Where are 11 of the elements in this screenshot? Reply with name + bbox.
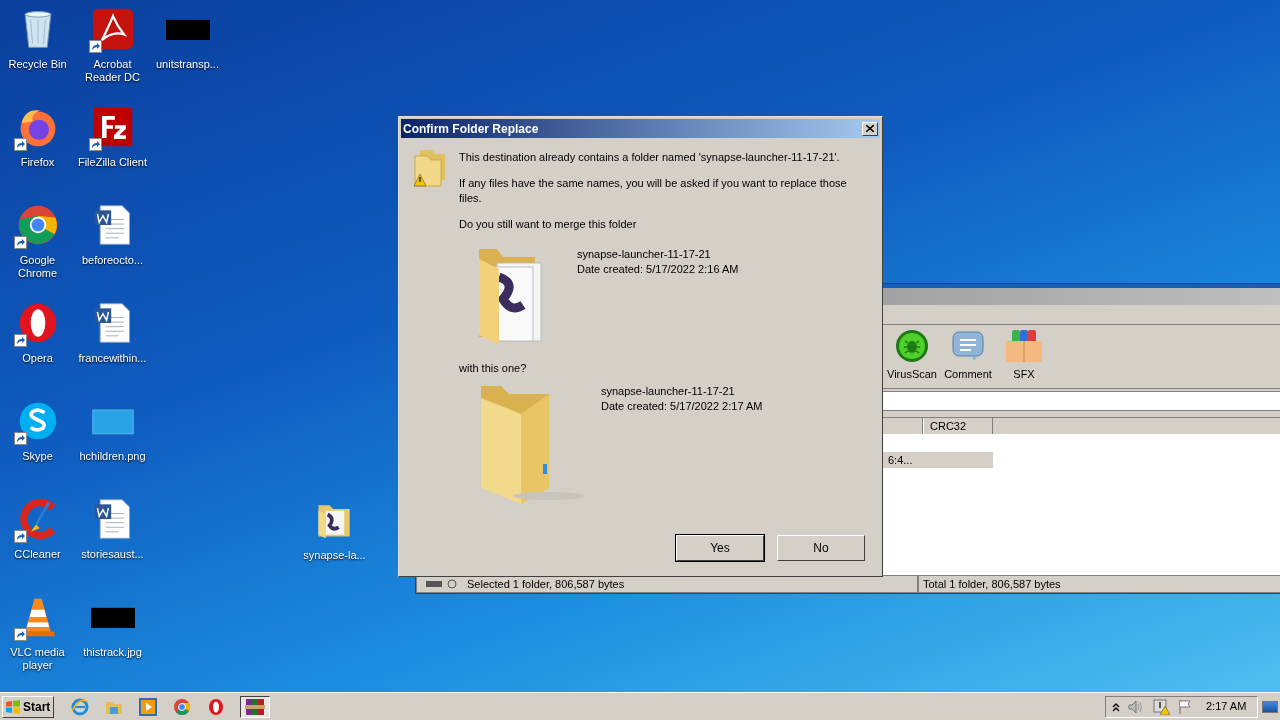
- dialog-message: If any files have the same names, you will be asked if you want to replace those files.: [459, 176, 848, 206]
- comparison-label: with this one?: [459, 361, 528, 376]
- folder-date: Date created: 5/17/2022 2:17 AM: [601, 399, 763, 414]
- status-text: Selected 1 folder, 806,587 bytes: [467, 576, 625, 592]
- folder-name: synapse-launcher-11-17-21: [577, 247, 712, 262]
- folder-name: synapse-launcher-11-17-21: [601, 384, 736, 399]
- window-title: Confirm Folder Replace: [403, 120, 539, 138]
- status-text: Total 1 folder, 806,587 bytes: [918, 575, 1280, 593]
- dialog-message: Do you still want to merge this folder: [459, 217, 638, 232]
- folder-date: Date created: 5/17/2022 2:16 AM: [577, 262, 739, 277]
- dialog-message: This destination already contains a folder named 'synapse-launcher-11-17-21'.: [459, 150, 841, 165]
